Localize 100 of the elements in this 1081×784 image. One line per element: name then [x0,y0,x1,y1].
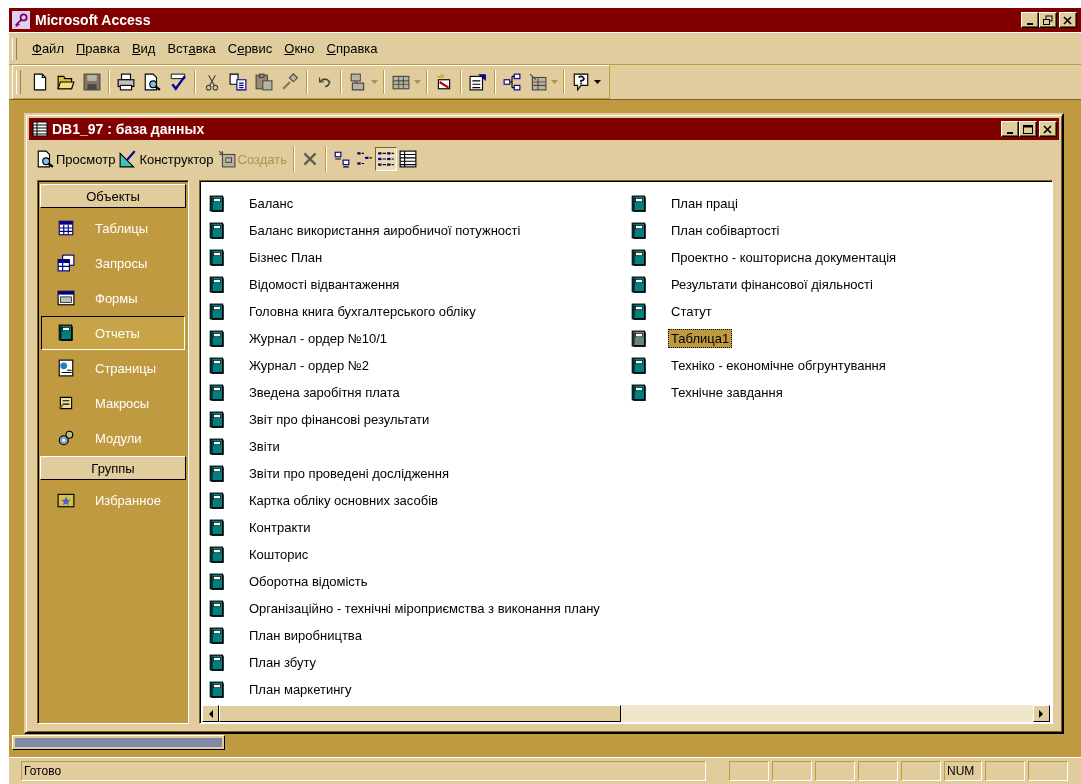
minimize-button[interactable] [1001,121,1019,137]
relationships-icon[interactable] [503,73,521,91]
report-book-icon [208,545,226,564]
report-book-icon [208,626,226,645]
form-icon [57,289,75,307]
details-view-icon [398,150,417,168]
report-name[interactable]: Оборотна відомість [246,572,371,591]
report-name[interactable]: Результати фінансової діяльності [668,275,876,294]
small-icons-icon [354,150,373,168]
status-indicator: NUM [944,761,982,781]
report-name[interactable]: Баланс [246,194,297,213]
table-icon [57,219,75,237]
report-name[interactable]: Статут [668,302,715,321]
report-book-icon [208,221,226,240]
report-book-icon [208,383,226,402]
report-book-icon [208,464,226,483]
close-icon [1062,14,1074,26]
query-icon [57,254,75,272]
copy-icon[interactable] [229,73,247,91]
scroll-thumb[interactable] [219,705,621,722]
menu-item[interactable]: Правка [69,39,126,58]
gears-icon [57,429,75,447]
restore-icon [1042,14,1054,26]
report-name[interactable]: Головна книга бухгалтерського обліку [246,302,479,321]
list-view-button[interactable] [374,147,397,171]
report-name[interactable]: План собівартості [668,221,783,240]
report-book-icon [630,221,648,240]
report-book-icon [208,275,226,294]
status-text: Готово [21,761,706,781]
report-name[interactable]: Техніко - економічне обгрунтування [668,356,889,375]
preview-button[interactable]: Просмотр [34,147,118,171]
report-name[interactable]: Журнал - ордер №2 [246,356,372,375]
left-arrow-icon [208,709,213,718]
blank-page-icon[interactable] [31,73,49,91]
scroll-icon [57,394,75,412]
maximize-button[interactable] [1019,121,1037,137]
design-button[interactable]: Конструктор [117,147,216,171]
folder-icon[interactable] [57,73,75,91]
help-icon[interactable] [572,73,590,91]
report-name[interactable]: Проектно - кошторисна документація [668,248,900,267]
report-name[interactable]: Контракти [246,518,314,537]
report-book-icon [208,437,226,456]
report-book-icon [208,248,226,267]
properties-icon[interactable] [469,73,487,91]
grip-handle[interactable] [16,70,21,94]
minimized-window[interactable] [12,735,225,750]
menu-item[interactable]: Окно [278,39,321,58]
report-name[interactable]: Організаційно - технічні міроприємства з виконання плану [246,599,603,618]
report-book-icon [208,518,226,537]
report-name[interactable]: Таблица1 [668,329,733,348]
report-book-icon [208,410,226,429]
report-name[interactable]: Технічне завдання [668,383,786,402]
report-name[interactable]: Зведена заробітня плата [246,383,403,402]
details-view-icon[interactable] [32,121,48,137]
report-name[interactable]: План праці [668,194,741,213]
report-name[interactable]: Звіт про фінансові результати [246,410,433,429]
group-header-button[interactable]: Объекты [40,184,186,208]
report-book-icon [208,599,226,618]
scroll-left-button[interactable] [202,705,219,722]
report-name[interactable]: Картка обліку основних засобів [246,491,441,510]
report-name[interactable]: Звіти [246,437,283,456]
report-name[interactable]: Бізнес План [246,248,326,267]
report-book-icon [630,302,648,321]
report-book-icon [630,275,648,294]
menu-item[interactable]: Вид [125,39,162,58]
key-icon[interactable] [12,11,30,29]
report-book-icon [57,324,75,342]
close-icon [1042,123,1054,135]
group-header-button[interactable]: Группы [40,456,186,480]
close-button[interactable] [1039,121,1057,137]
report-book-icon [208,356,226,375]
details-view-button[interactable] [396,147,419,171]
report-book-icon [208,329,226,348]
window-title: DB1_97 : база данных [52,121,206,137]
menu-item[interactable]: Вставка [161,39,222,58]
check-mark-icon[interactable] [169,73,187,91]
restore-button[interactable] [1039,12,1057,28]
grip-handle[interactable] [12,37,17,60]
report-name[interactable]: Відомості відвантаження [246,275,403,294]
report-name[interactable]: План виробництва [246,626,365,645]
report-name[interactable]: Звіти про проведені дослідження [246,464,452,483]
magnifier-page-icon[interactable] [143,73,161,91]
window-title: Microsoft Access [35,12,152,28]
caret-icon[interactable] [594,80,601,84]
sparkle-box-icon[interactable] [435,73,453,91]
menu-item[interactable]: Сервис [221,39,279,58]
printer-icon[interactable] [117,73,135,91]
report-name[interactable]: Баланс використання аиробничої потужності [246,221,524,240]
scroll-right-button[interactable] [1033,705,1050,722]
report-name[interactable]: Журнал - ордер №10/1 [246,329,391,348]
horizontal-scrollbar[interactable] [202,705,1050,722]
menu-item[interactable]: Файл [26,39,70,58]
minimize-icon [1007,131,1013,134]
report-name[interactable]: План збуту [246,653,320,672]
report-name[interactable]: Кошторис [246,545,312,564]
menu-item[interactable]: Справка [320,39,384,58]
report-name[interactable]: План маркетингу [246,680,355,699]
report-book-icon [208,194,226,213]
close-button[interactable] [1059,12,1077,28]
minimize-button[interactable] [1021,12,1039,28]
